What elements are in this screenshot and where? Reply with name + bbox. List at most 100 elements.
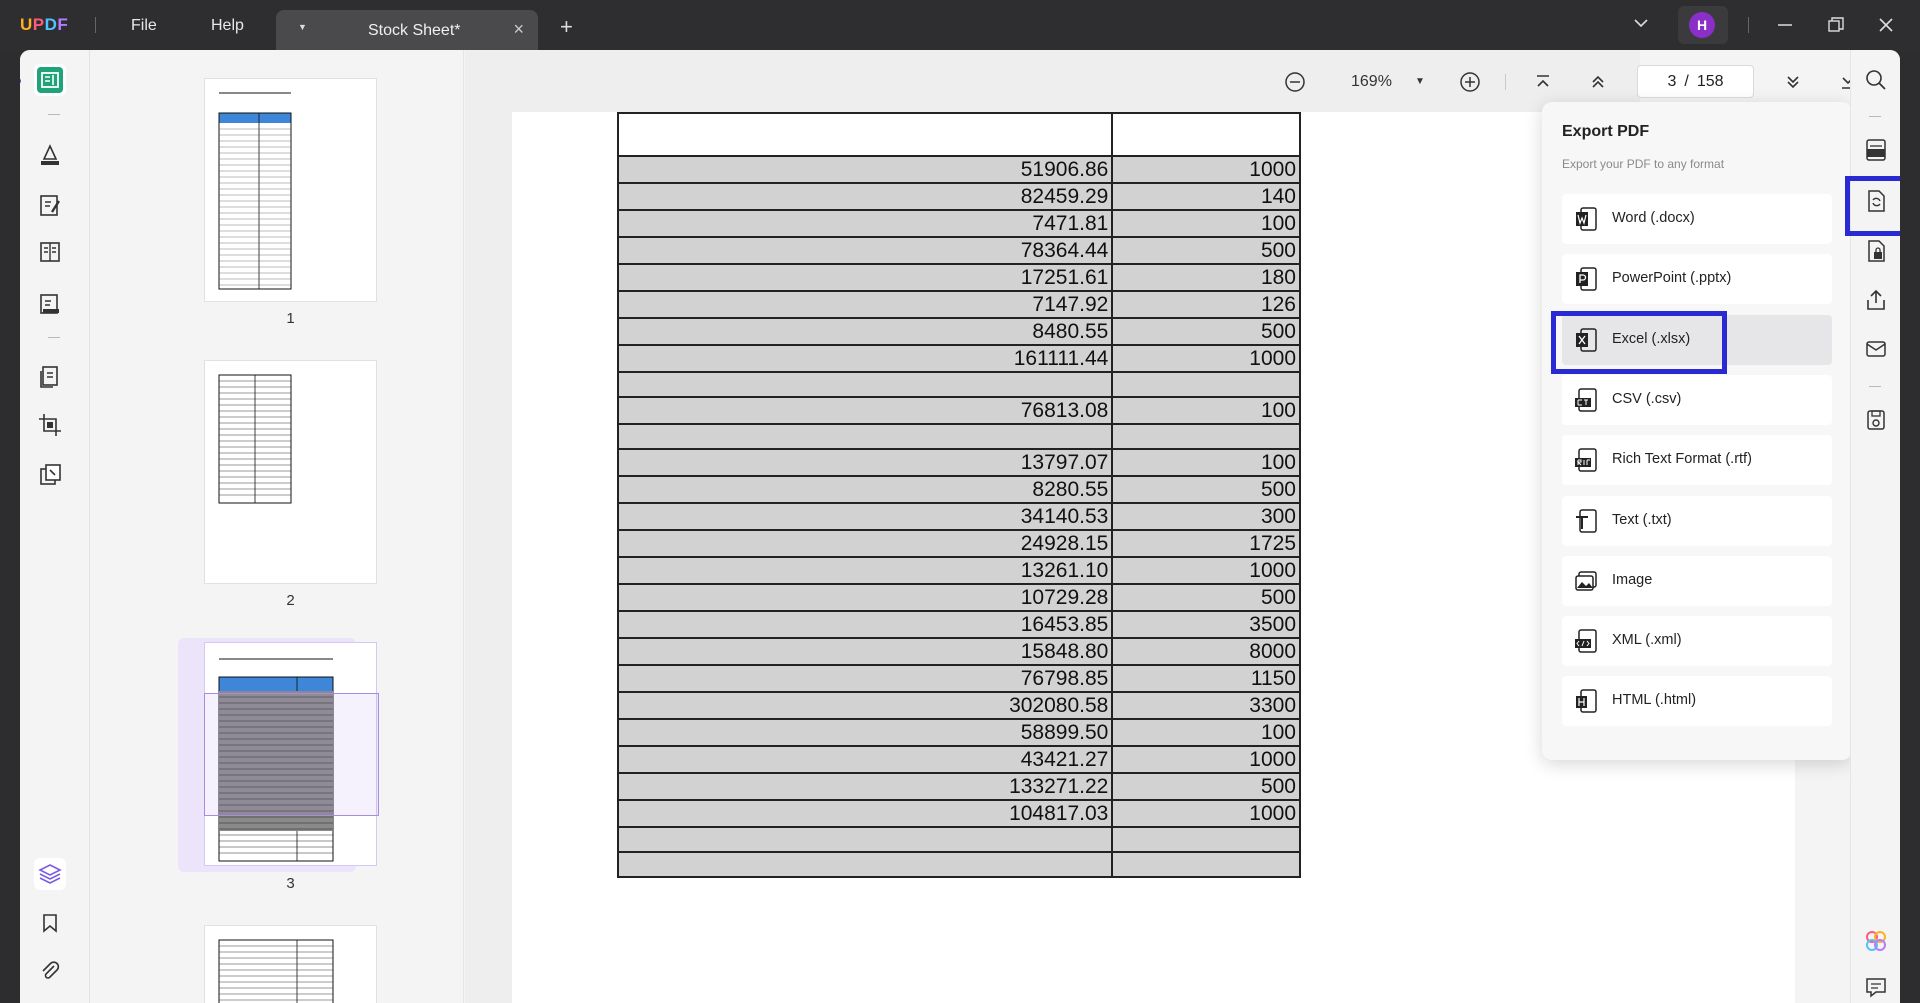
table-row: 76798.85 1150 [616,664,1301,693]
restore-icon[interactable] [1826,15,1846,35]
ai-assistant-button[interactable] [1863,928,1889,954]
table-row: 17251.61 180 [616,263,1301,292]
organize-pages-icon [40,366,58,388]
amount-cell [616,112,1114,157]
previous-page-button[interactable] [1586,70,1610,94]
page-thumbnail-4[interactable] [204,925,377,1003]
quantity-cell: 1000 [1111,344,1301,373]
quantity-cell: 100 [1111,209,1301,238]
page-thumbnail-2[interactable] [204,360,377,584]
table-row: 8280.55 500 [616,475,1301,504]
page-number-label: 1 [286,310,295,327]
ai-assistant-icon [1866,931,1886,951]
page-thumbnail-1[interactable] [204,78,377,302]
protect-button[interactable] [1863,238,1889,264]
page-number-label: 2 [286,592,295,609]
fill-sign-icon [40,294,59,314]
export-image-option[interactable]: Image [1562,556,1832,606]
quantity-cell: 3300 [1111,691,1301,720]
zoom-level[interactable]: 169% [1351,73,1392,91]
zoom-out-icon [1285,72,1305,92]
ocr-icon [1866,139,1886,161]
table-row: 7471.81 100 [616,209,1301,238]
table-row: 43421.27 1000 [616,745,1301,774]
bookmark-button[interactable] [34,907,66,939]
amount-cell [616,851,1114,878]
ocr-button[interactable] [1863,137,1889,163]
share-icon [1867,289,1885,310]
quantity-cell: 1725 [1111,529,1301,558]
amount-cell [616,423,1114,450]
menu-help[interactable]: Help [211,17,244,35]
export-rtf-option[interactable]: Rich Text Format (.rtf) [1562,435,1832,485]
export-option-label: Word (.docx) [1612,210,1695,226]
table-row: 16453.85 3500 [616,610,1301,639]
tab-close-button[interactable]: × [513,19,524,40]
page-tools-button[interactable] [34,459,66,491]
tab-title: Stock Sheet* [368,22,461,39]
current-page-input[interactable]: 3 [1667,73,1676,91]
app-logo: UPDF [20,15,69,34]
page-preview [218,374,292,504]
layers-icon [38,864,62,884]
crop-tool-button[interactable] [34,409,66,441]
quantity-cell [1111,851,1301,878]
search-button[interactable] [1863,67,1889,93]
amount-cell: 15848.80 [616,637,1114,666]
email-icon [1866,341,1886,357]
export-html-option[interactable]: HTML (.html) [1562,676,1832,726]
next-page-button[interactable] [1781,70,1805,94]
quantity-cell: 1000 [1111,556,1301,585]
close-window-icon[interactable] [1876,15,1896,35]
minimize-icon[interactable] [1775,15,1795,35]
export-text-option[interactable]: Text (.txt) [1562,496,1832,546]
table-row: 76813.08 100 [616,396,1301,425]
export-powerpoint-option[interactable]: PowerPoint (.pptx) [1562,254,1832,304]
save-as-button[interactable] [1863,407,1889,433]
edit-tool-button[interactable] [34,189,66,221]
user-avatar[interactable]: H [1689,12,1715,38]
export-pdf-button[interactable] [1863,188,1889,214]
email-button[interactable] [1863,336,1889,362]
rail-divider [1869,386,1881,387]
quantity-cell: 1000 [1111,799,1301,828]
amount-cell: 13797.07 [616,448,1114,477]
crop-icon [39,414,61,436]
visible-area-indicator[interactable] [204,693,379,816]
new-tab-button[interactable]: + [560,14,573,40]
attachment-button[interactable] [34,955,66,987]
zoom-dropdown-icon[interactable]: ▼ [1415,76,1425,87]
page-indicator[interactable]: 3 / 158 [1637,65,1754,98]
export-word-option[interactable]: Word (.docx) [1562,194,1832,244]
zoom-out-button[interactable] [1283,70,1307,94]
convert-icon [1868,190,1885,212]
table-row [616,423,1301,450]
document-tab[interactable]: ▼ Stock Sheet* × [276,10,538,50]
bookmark-icon [43,914,57,933]
quantity-cell: 500 [1111,475,1301,504]
form-tool-button[interactable] [34,236,66,268]
table-row [616,826,1301,853]
sign-tool-button[interactable] [34,287,66,319]
menu-file[interactable]: File [131,17,157,35]
zoom-in-button[interactable] [1458,70,1482,94]
export-csv-option[interactable]: CSV (.csv) [1562,375,1832,425]
comment-tool-button[interactable] [34,139,66,171]
export-xml-option[interactable]: XML (.xml) [1562,616,1832,666]
page-preview [218,939,334,1003]
export-option-label: Image [1612,572,1653,588]
share-button[interactable] [1863,287,1889,313]
title-divider [95,17,96,33]
reader-icon [37,67,63,93]
csv-icon [1575,388,1597,412]
amount-cell: 82459.29 [616,182,1114,211]
chevron-down-icon[interactable] [1632,14,1650,32]
tab-dropdown-icon[interactable]: ▼ [298,22,307,32]
organize-pages-button[interactable] [34,361,66,393]
layers-button[interactable] [34,858,66,890]
first-page-button[interactable] [1531,70,1555,94]
comments-button[interactable] [1863,974,1889,1000]
edit-pdf-icon [40,195,61,216]
xml-icon [1575,629,1597,653]
reader-mode-button[interactable] [34,64,66,96]
